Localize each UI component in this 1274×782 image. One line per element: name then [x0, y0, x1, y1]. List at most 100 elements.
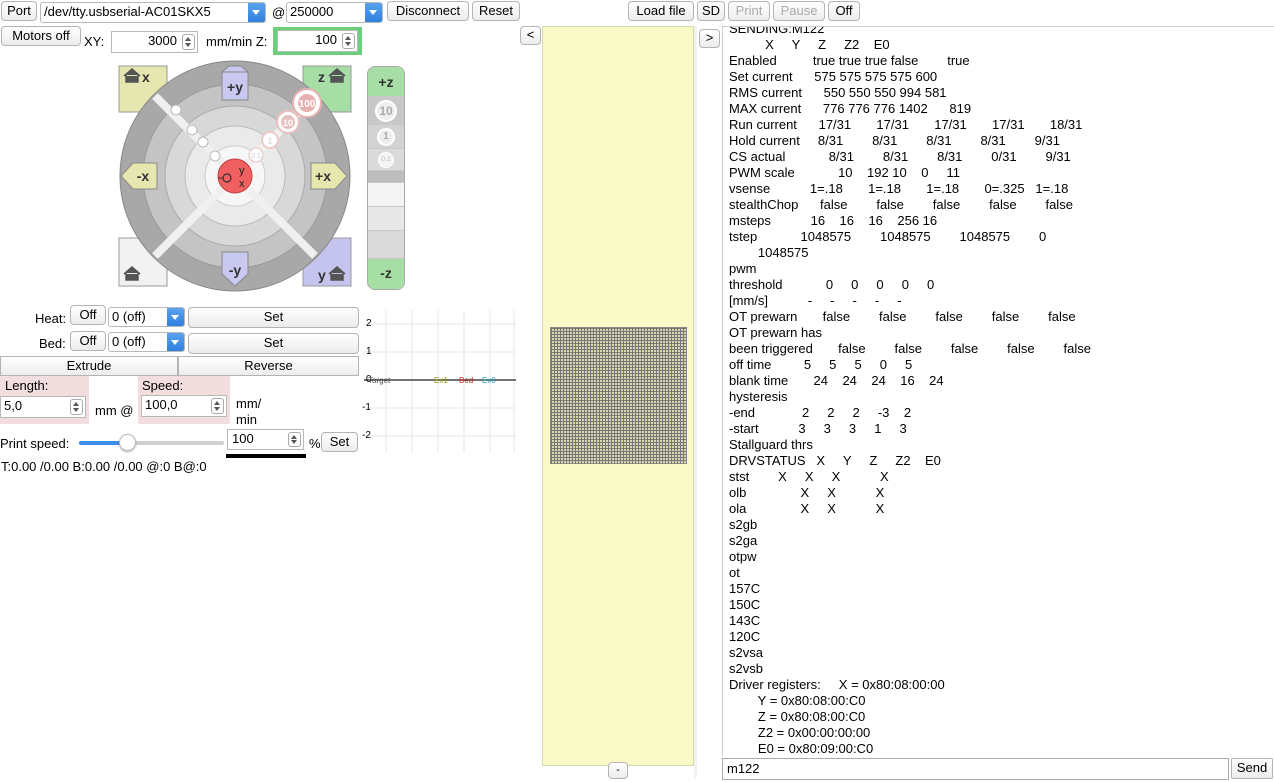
bed-select[interactable]: 0 (off)	[108, 332, 185, 352]
baud-select[interactable]: 250000	[286, 2, 383, 23]
console-line: Run current 17/31 17/31 17/31 17/31 18/3…	[729, 117, 1083, 132]
center-button[interactable]: y x	[217, 158, 253, 194]
console-line: stst X X X X	[729, 469, 889, 484]
step-100-badge[interactable]: 100	[292, 88, 322, 118]
console-line: SENDING:M122	[729, 26, 825, 36]
z-step-10-button[interactable]: 10	[368, 97, 404, 125]
splitter-handle[interactable]	[694, 26, 697, 778]
pause-button[interactable]: Pause	[773, 1, 825, 21]
z-step-100-down[interactable]	[368, 231, 404, 259]
send-button[interactable]: Send	[1231, 758, 1273, 779]
console-panel[interactable]: SENDING:M122 X Y Z Z2 E0 Enabled true tru…	[722, 26, 1274, 756]
plus-y-button[interactable]: +y	[221, 65, 249, 101]
print-speed-value: 100	[232, 431, 254, 446]
extrude-button[interactable]: Extrude	[0, 356, 178, 376]
console-line: blank time 24 24 24 16 24	[729, 373, 944, 388]
console-line: olb X X X	[729, 485, 885, 500]
console-line: DRVSTATUS X Y Z Z2 E0	[729, 453, 941, 468]
temperature-graph: 2 1 0 -1 -2 Target Ex1 Bed Ex0	[362, 310, 516, 452]
console-line: 120C	[729, 629, 761, 644]
heat-off-button[interactable]: Off	[70, 305, 106, 325]
heat-select[interactable]: 0 (off)	[108, 307, 185, 327]
z-jog-bar[interactable]: +z 10 1 0.1 -z	[367, 66, 405, 290]
reverse-button[interactable]: Reverse	[178, 356, 359, 376]
chevron-down-icon	[167, 333, 184, 351]
print-speed-slider-thumb[interactable]	[119, 434, 137, 451]
graph-y-tick: -1	[362, 402, 371, 413]
speed-input[interactable]: 100,0	[141, 395, 227, 417]
step-10-badge[interactable]: 10	[276, 110, 300, 134]
bed-label: Bed:	[39, 336, 66, 351]
reset-button[interactable]: Reset	[472, 1, 520, 21]
disconnect-button[interactable]: Disconnect	[387, 1, 469, 21]
off-button[interactable]: Off	[828, 1, 860, 21]
length-value: 5,0	[4, 398, 23, 413]
step-01-badge[interactable]: 0.1	[248, 147, 264, 163]
command-input-value: m122	[727, 761, 760, 776]
print-button[interactable]: Print	[728, 1, 770, 21]
bed-off-button[interactable]: Off	[70, 331, 106, 351]
port-select[interactable]: /dev/tty.usbserial-AC01SKX5	[40, 2, 266, 23]
stepper-icon[interactable]	[342, 33, 355, 49]
plus-y-label: +y	[227, 79, 243, 95]
port-button[interactable]: Port	[1, 1, 37, 21]
graph-y-tick: -2	[362, 430, 371, 441]
console-line: 143C	[729, 613, 761, 628]
z-step-01-button[interactable]: 0.1	[368, 149, 404, 171]
graph-y-tick: 1	[366, 346, 372, 357]
load-file-button[interactable]: Load file	[628, 1, 694, 21]
minus-z-label: -z	[380, 265, 392, 281]
home-y-label: y	[318, 267, 326, 283]
length-input[interactable]: 5,0	[0, 396, 86, 418]
print-speed-slider[interactable]	[79, 434, 224, 451]
console-line: OT prewarn false false false false false	[729, 309, 1076, 324]
z-speed-value: 100	[315, 32, 337, 47]
xy-speed-input[interactable]: 3000	[111, 31, 198, 53]
stepper-icon[interactable]	[70, 399, 83, 415]
console-line: E0 = 0x80:09:00:C0	[729, 741, 874, 756]
graph-legend-ex1: Ex1	[434, 376, 448, 385]
stepper-icon[interactable]	[211, 398, 224, 414]
gcode-viewer[interactable]	[542, 26, 694, 766]
print-speed-set-button[interactable]: Set	[321, 432, 358, 452]
plus-z-button[interactable]: +z	[368, 67, 404, 97]
plus-x-label: +x	[315, 168, 331, 184]
z-step-1-down[interactable]	[368, 183, 404, 207]
xy-speed-label: XY:	[84, 34, 105, 49]
console-line: been triggered false false false false f…	[729, 341, 1092, 356]
z-step-01-down[interactable]	[368, 171, 404, 183]
console-line: tstep 1048575 1048575 1048575 0	[729, 229, 1047, 244]
print-speed-input[interactable]: 100	[227, 429, 304, 450]
home-z-label: z	[318, 69, 325, 85]
z-speed-input[interactable]: 100	[277, 30, 358, 52]
stepper-icon[interactable]	[182, 34, 195, 50]
mm-min-z-label: mm/min Z:	[206, 34, 268, 49]
z-step-10-down[interactable]	[368, 207, 404, 231]
graph-y-tick: 2	[366, 318, 372, 329]
sd-button[interactable]: SD	[697, 1, 725, 21]
stepper-icon[interactable]	[288, 432, 301, 447]
command-input[interactable]: m122	[722, 758, 1229, 780]
step-1-badge[interactable]: 1	[261, 131, 279, 149]
collapse-left-button[interactable]: <	[520, 26, 541, 45]
speed-unit-1: mm/	[236, 396, 262, 411]
percent-label: %	[309, 436, 321, 451]
console-line: Enabled true true true false true	[729, 53, 970, 68]
step-10-label: 10	[283, 118, 293, 128]
step-01-label: 0.1	[251, 153, 261, 160]
chevron-down-icon	[167, 308, 184, 326]
collapse-right-button[interactable]: >	[699, 29, 720, 48]
console-output: SENDING:M122 X Y Z Z2 E0 Enabled true tru…	[729, 26, 1274, 756]
minus-z-button[interactable]: -z	[368, 259, 404, 289]
motors-off-button[interactable]: Motors off	[1, 26, 81, 46]
heat-set-button[interactable]: Set	[188, 307, 359, 328]
print-bed-grid	[550, 327, 687, 464]
viewer-minus-button[interactable]: -	[608, 762, 628, 779]
bed-set-button[interactable]: Set	[188, 333, 359, 354]
xy-jog-control[interactable]: x z y 100 10 1 0.1 +y -y -x +x y x	[115, 60, 355, 292]
console-line: Driver registers: X = 0x80:08:00:00	[729, 677, 945, 692]
console-line: Stallguard thrs	[729, 437, 813, 452]
home-x-label: x	[142, 69, 150, 85]
z-step-1-button[interactable]: 1	[368, 125, 404, 149]
console-line: RMS current 550 550 550 994 581	[729, 85, 947, 100]
